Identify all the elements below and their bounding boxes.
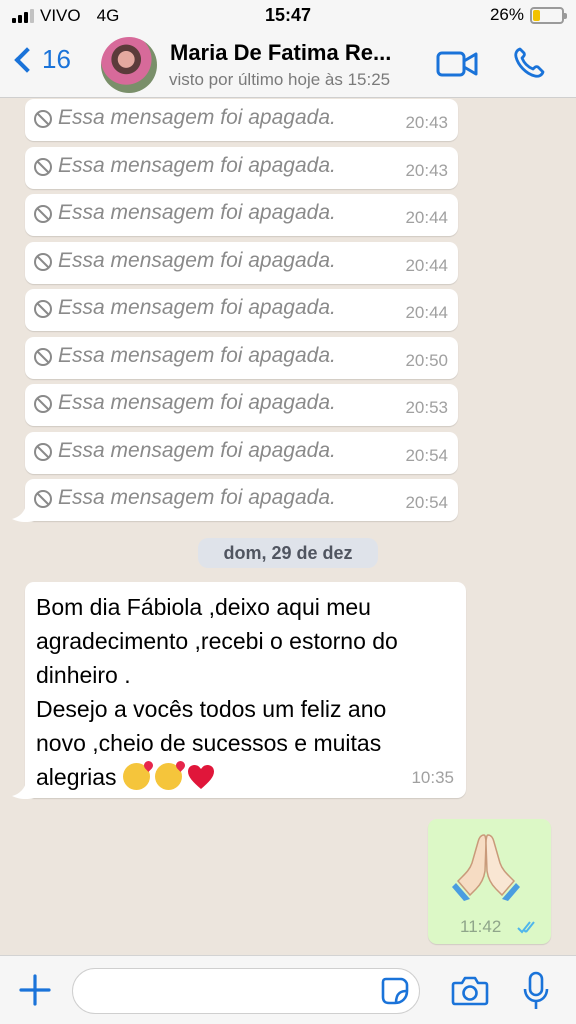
prohibited-icon bbox=[34, 395, 52, 413]
bubble-tail bbox=[12, 782, 34, 800]
deleted-message-text: Essa mensagem foi apagada. bbox=[58, 248, 336, 272]
add-attachment-button[interactable] bbox=[18, 973, 52, 1007]
message-time: 10:35 bbox=[411, 768, 454, 787]
deleted-message-text: Essa mensagem foi apagada. bbox=[58, 343, 336, 367]
folded-hands-icon bbox=[452, 834, 520, 901]
deleted-message-bubble[interactable]: Essa mensagem foi apagada. 20:50 bbox=[25, 336, 458, 379]
unread-count: 16 bbox=[42, 44, 71, 74]
deleted-message-bubble[interactable]: Essa mensagem foi apagada. 20:54 bbox=[25, 479, 458, 521]
message-text: Bom dia Fábiola ,deixo aqui meu agradeci… bbox=[36, 594, 398, 790]
deleted-message-bubble[interactable]: Essa mensagem foi apagada. 20:53 bbox=[25, 384, 458, 426]
prohibited-icon bbox=[34, 205, 52, 223]
incoming-message-bubble[interactable]: Bom dia Fábiola ,deixo aqui meu agradeci… bbox=[25, 582, 466, 798]
deleted-message-bubble[interactable]: Essa mensagem foi apagada. 20:44 bbox=[25, 289, 458, 331]
deleted-message-bubble[interactable]: Essa mensagem foi apagada. 20:44 bbox=[25, 194, 458, 236]
prohibited-icon bbox=[34, 442, 52, 461]
bubble-tail bbox=[12, 505, 34, 523]
prohibited-icon bbox=[34, 490, 52, 508]
deleted-message-text: Essa mensagem foi apagada. bbox=[58, 106, 336, 129]
message-time: 20:44 bbox=[405, 303, 448, 322]
deleted-message-bubble[interactable]: Essa mensagem foi apagada. 20:43 bbox=[25, 99, 458, 141]
chat-messages-area[interactable]: Essa mensagem foi apagada. 20:43 Essa mens… bbox=[0, 99, 576, 955]
chevron-left-icon bbox=[14, 46, 40, 73]
deleted-message-text: Essa mensagem foi apagada. bbox=[58, 391, 336, 414]
deleted-message-text: Essa mensagem foi apagada. bbox=[58, 438, 336, 462]
prohibited-icon bbox=[34, 347, 52, 366]
message-time: 20:43 bbox=[405, 160, 448, 180]
prohibited-icon bbox=[34, 110, 52, 128]
message-time: 20:54 bbox=[405, 493, 448, 512]
chat-header: 16 Maria De Fatima Re... visto por últim… bbox=[0, 32, 576, 98]
battery-info: 26% bbox=[489, 5, 567, 25]
camera-icon[interactable] bbox=[451, 975, 489, 1007]
message-input[interactable] bbox=[72, 968, 420, 1014]
message-time: 20:44 bbox=[405, 255, 448, 275]
kissing-face-icon bbox=[154, 763, 182, 790]
message-composer bbox=[0, 955, 576, 1024]
red-heart-icon bbox=[187, 765, 214, 789]
deleted-message-bubble[interactable]: Essa mensagem foi apagada. 20:54 bbox=[25, 431, 458, 474]
status-bar: VIVO 4G 15:47 26% bbox=[0, 0, 576, 32]
battery-fill bbox=[533, 9, 540, 21]
battery-percent: 26% bbox=[489, 5, 524, 24]
deleted-message-bubble[interactable]: Essa mensagem foi apagada. 20:43 bbox=[25, 146, 458, 189]
kissing-face-icon bbox=[122, 763, 150, 790]
deleted-message-text: Essa mensagem foi apagada. bbox=[58, 201, 336, 224]
deleted-message-text: Essa mensagem foi apagada. bbox=[58, 296, 336, 319]
contact-avatar[interactable] bbox=[101, 37, 157, 93]
message-time: 20:53 bbox=[405, 398, 448, 417]
contact-name[interactable]: Maria De Fatima Re... bbox=[170, 40, 391, 66]
phone-call-icon[interactable] bbox=[512, 46, 546, 80]
deleted-message-text: Essa mensagem foi apagada. bbox=[58, 153, 336, 177]
last-seen-status: visto por último hoje às 15:25 bbox=[169, 70, 391, 89]
video-call-icon[interactable] bbox=[436, 50, 478, 78]
message-time: 20:54 bbox=[405, 445, 448, 465]
prohibited-icon bbox=[34, 157, 52, 176]
message-time: 11:42 bbox=[460, 917, 502, 936]
outgoing-message-bubble[interactable]: 11:42 bbox=[428, 819, 551, 944]
back-button[interactable]: 16 bbox=[10, 44, 71, 75]
message-time: 20:44 bbox=[405, 208, 448, 227]
prohibited-icon bbox=[34, 300, 52, 318]
message-time: 20:43 bbox=[405, 113, 448, 132]
prohibited-icon bbox=[34, 252, 52, 271]
read-receipt-icon bbox=[517, 921, 535, 934]
date-separator: dom, 29 de dez bbox=[198, 538, 378, 568]
deleted-message-text: Essa mensagem foi apagada. bbox=[58, 486, 336, 509]
deleted-message-bubble[interactable]: Essa mensagem foi apagada. 20:44 bbox=[25, 241, 458, 284]
sticker-icon[interactable] bbox=[381, 977, 409, 1005]
message-time: 20:50 bbox=[405, 350, 448, 370]
battery-icon bbox=[530, 6, 567, 24]
microphone-icon[interactable] bbox=[522, 971, 550, 1011]
